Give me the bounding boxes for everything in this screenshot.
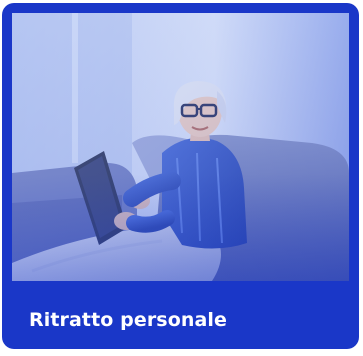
portrait-card[interactable]: Ritratto personale bbox=[2, 3, 359, 349]
card-title: Ritratto personale bbox=[29, 309, 228, 331]
card-photo bbox=[12, 13, 349, 281]
woman-with-tablet-photo bbox=[12, 13, 349, 281]
